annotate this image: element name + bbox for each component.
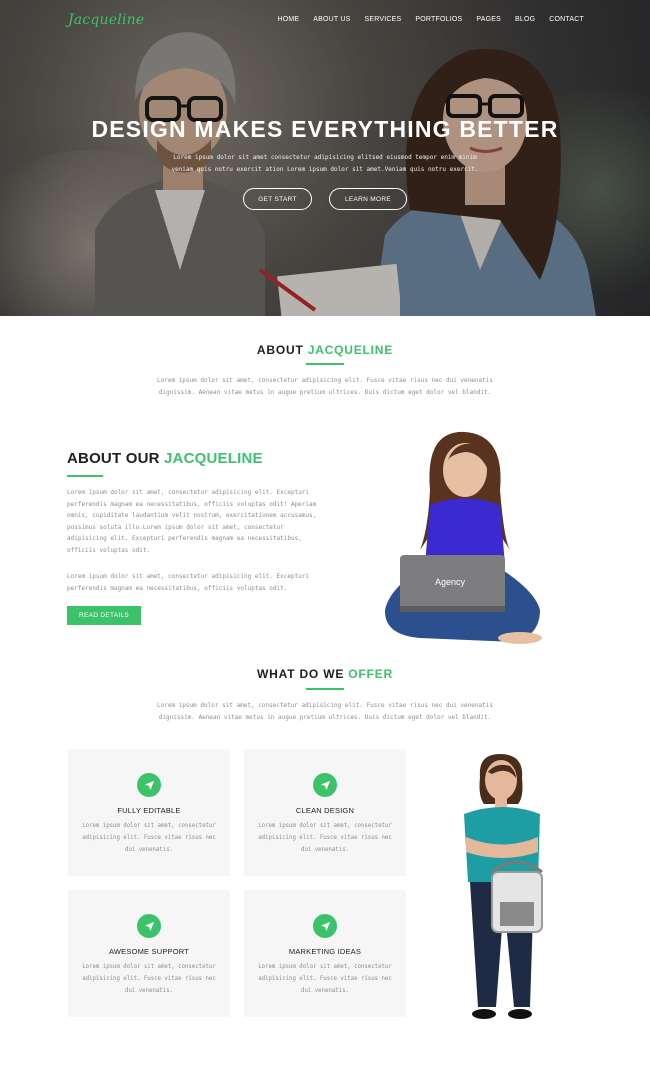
main-nav: HOME ABOUT US SERVICES PORTFOLIOS PAGES … [277, 16, 584, 23]
location-arrow-icon [137, 773, 161, 797]
read-details-button[interactable]: READ DETAILS [67, 606, 141, 625]
about-our-heading-main: ABOUT OUR [67, 450, 160, 467]
offer-section-title: WHAT DO WE OFFER [0, 667, 650, 681]
laptop-agency-label: Agency [435, 577, 466, 587]
feature-card-text: Lorem ipsum dolor sit amet, consectetur … [82, 964, 216, 994]
about-section-title: ABOUT JACQUELINE [0, 343, 650, 357]
hero-title: DESIGN MAKES EVERYTHING BETTER [91, 116, 559, 142]
about-our-paragraph-1: Lorem ipsum dolor sit amet, consectetur … [67, 489, 317, 554]
about-our-paragraph-2: Lorem ipsum dolor sit amet, consectetur … [67, 573, 310, 592]
location-arrow-icon [313, 914, 337, 938]
offer-intro-text: Lorem ipsum dolor sit amet, consectetur … [157, 702, 493, 721]
nav-contact[interactable]: CONTACT [549, 16, 584, 23]
nav-services[interactable]: SERVICES [365, 16, 402, 23]
feature-card-awesome-support: AWESOME SUPPORT Lorem ipsum dolor sit am… [68, 890, 230, 1017]
feature-card-text: Lorem ipsum dolor sit amet, consectetur … [258, 823, 392, 853]
nav-about-us[interactable]: ABOUT US [313, 16, 350, 23]
feature-card-title: AWESOME SUPPORT [108, 947, 190, 956]
offer-title-accent: OFFER [348, 667, 393, 681]
about-our-underline [67, 475, 103, 477]
feature-card-text: Lorem ipsum dolor sit amet, consectetur … [258, 964, 392, 994]
about-title-accent: JACQUELINE [307, 343, 394, 357]
feature-card-title: MARKETING IDEAS [288, 947, 362, 956]
about-our-heading: ABOUT OUR JACQUELINE [67, 450, 263, 467]
site-logo[interactable]: Jacqueline [68, 12, 144, 28]
nav-blog[interactable]: BLOG [515, 16, 535, 23]
offer-title-main: WHAT DO WE [257, 667, 345, 681]
learn-more-button[interactable]: LEARN MORE [329, 188, 407, 210]
woman-laptop-image: Agency [380, 430, 545, 650]
offer-title-underline [306, 688, 344, 690]
location-arrow-icon [137, 914, 161, 938]
feature-card-fully-editable: FULLY EDITABLE Lorem ipsum dolor sit ame… [68, 749, 230, 876]
get-start-button[interactable]: GET START [243, 188, 312, 210]
nav-home[interactable]: HOME [277, 16, 299, 23]
feature-card-clean-design: CLEAN DESIGN Lorem ipsum dolor sit amet,… [244, 749, 406, 876]
about-title-underline [306, 363, 344, 365]
nav-portfolios[interactable]: PORTFOLIOS [415, 16, 462, 23]
feature-card-marketing-ideas: MARKETING IDEAS Lorem ipsum dolor sit am… [244, 890, 406, 1017]
hero-subtitle: Lorem ipsum dolor sit amet consectetur a… [171, 154, 479, 173]
about-our-heading-accent: JACQUELINE [164, 450, 263, 467]
feature-card-text: Lorem ipsum dolor sit amet, consectetur … [82, 823, 216, 853]
location-arrow-icon [313, 773, 337, 797]
feature-card-title: FULLY EDITABLE [117, 806, 181, 815]
feature-card-title: CLEAN DESIGN [295, 806, 355, 815]
nav-pages[interactable]: PAGES [476, 16, 501, 23]
about-title-main: ABOUT [256, 343, 304, 357]
hero-section: Jacqueline HOME ABOUT US SERVICES PORTFO… [0, 0, 650, 316]
woman-with-bag-image [464, 754, 543, 1019]
about-intro-text: Lorem ipsum dolor sit amet, consectetur … [157, 377, 493, 396]
